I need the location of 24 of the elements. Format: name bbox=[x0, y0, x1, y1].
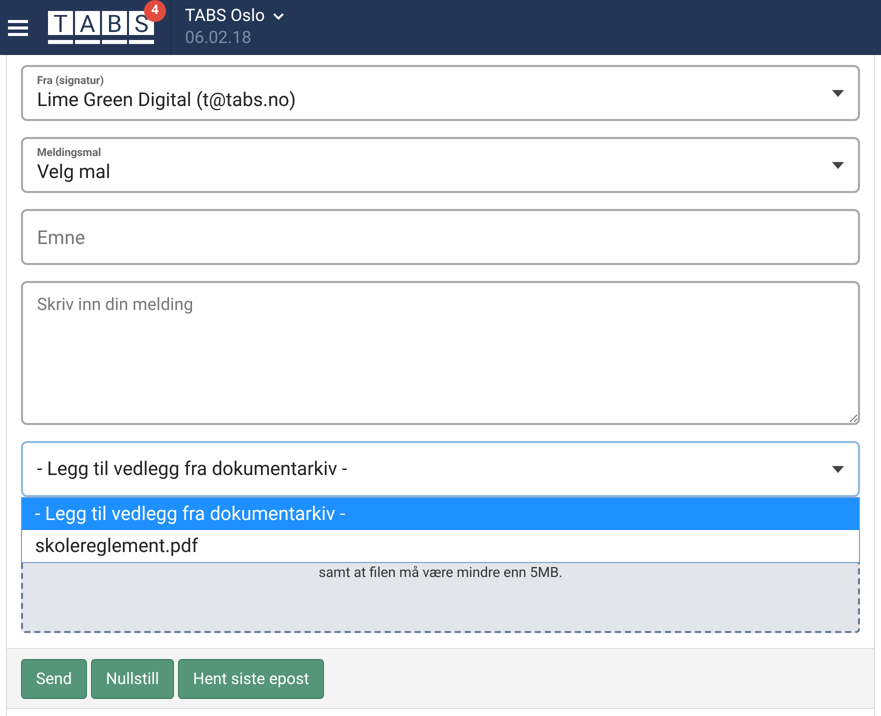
logo-letter: A bbox=[75, 11, 100, 44]
dropdown-caret-icon bbox=[832, 466, 844, 472]
dropzone-text: samt at filen må være mindre enn 5MB. bbox=[318, 564, 562, 583]
chevron-down-icon[interactable] bbox=[272, 13, 284, 20]
school-name[interactable]: TABS Oslo bbox=[185, 6, 265, 28]
subject-field[interactable]: Emne bbox=[21, 209, 860, 265]
select-field[interactable]: Meldingsmal Velg mal bbox=[21, 137, 860, 193]
action-button[interactable]: Hent siste epost bbox=[178, 658, 324, 698]
field-value: Velg mal bbox=[37, 160, 110, 184]
field-label: Meldingsmal bbox=[37, 146, 102, 160]
dropdown-caret-icon bbox=[832, 90, 844, 96]
logo-letter: T bbox=[48, 11, 73, 44]
dropdown-caret-icon bbox=[832, 162, 844, 168]
message-field[interactable]: Skriv inn din melding bbox=[21, 281, 860, 425]
field-value: - Legg til vedlegg fra dokumentarkiv - bbox=[37, 456, 348, 482]
action-button[interactable]: Nullstill bbox=[90, 658, 174, 698]
attachment-select[interactable]: - Legg til vedlegg fra dokumentarkiv - bbox=[21, 441, 860, 497]
field-value: Lime Green Digital (t@tabs.no) bbox=[37, 88, 296, 112]
action-button[interactable]: Send bbox=[21, 658, 87, 698]
logo-letter: B bbox=[102, 11, 127, 44]
select-field[interactable]: Fra (signatur) Lime Green Digital (t@tabs.no) bbox=[21, 65, 860, 121]
menu-icon[interactable] bbox=[8, 20, 28, 36]
date-text: 06.02.18 bbox=[185, 28, 252, 49]
field-label: Fra (signatur) bbox=[37, 74, 105, 88]
